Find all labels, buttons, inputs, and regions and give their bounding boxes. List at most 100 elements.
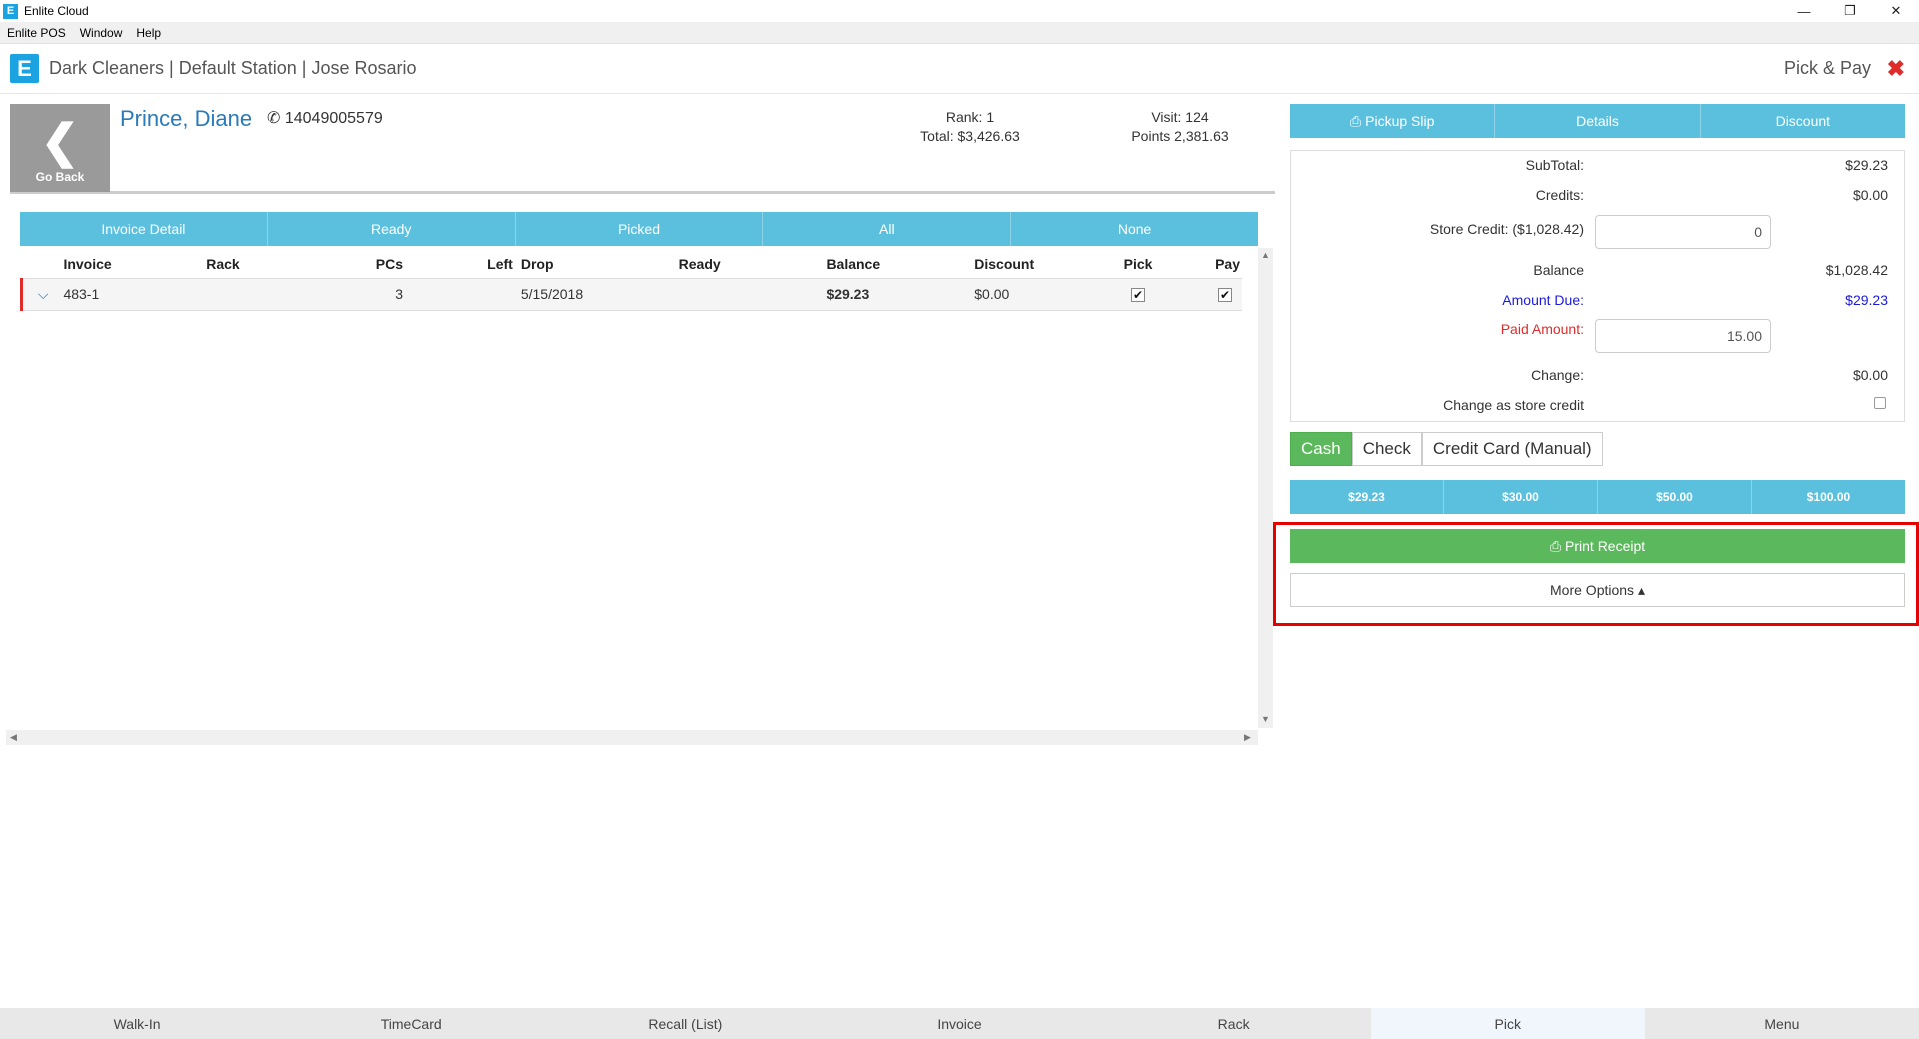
go-back-label: Go Back: [35, 170, 85, 184]
col-invoice[interactable]: Invoice: [63, 250, 206, 278]
horizontal-scrollbar[interactable]: ◀ ▶: [6, 730, 1258, 745]
quick-amount-4[interactable]: $100.00: [1752, 480, 1905, 514]
tab-ready[interactable]: Ready: [268, 212, 516, 246]
tab-invoice-detail[interactable]: Invoice Detail: [20, 212, 268, 246]
quick-amount-2[interactable]: $30.00: [1444, 480, 1598, 514]
change-label: Change:: [1531, 367, 1584, 383]
cash-button[interactable]: Cash: [1290, 432, 1352, 466]
go-back-button[interactable]: ❮ Go Back: [10, 104, 110, 192]
window-titlebar: E Enlite Cloud — ❐ ✕: [0, 0, 1919, 22]
print-receipt-label: Print Receipt: [1565, 538, 1646, 554]
col-pick[interactable]: Pick: [1084, 250, 1192, 278]
table-header-row: Invoice Rack PCs Left Drop Ready Balance…: [22, 250, 1243, 278]
pay-checkbox[interactable]: ✔: [1218, 288, 1232, 302]
phone-number: 14049005579: [284, 110, 383, 127]
check-button[interactable]: Check: [1351, 432, 1422, 466]
cell-rack: [206, 277, 322, 311]
nav-timecard[interactable]: TimeCard: [274, 1008, 548, 1039]
amount-due-label: Amount Due:: [1502, 292, 1584, 308]
tab-picked[interactable]: Picked: [516, 212, 764, 246]
col-left[interactable]: Left: [411, 250, 521, 278]
col-ready[interactable]: Ready: [679, 250, 827, 278]
menu-window[interactable]: Window: [73, 26, 130, 40]
tab-discount[interactable]: Discount: [1701, 104, 1905, 138]
invoice-table: Invoice Rack PCs Left Drop Ready Balance…: [20, 250, 1242, 311]
table-row[interactable]: ⌵ 483-1 3 5/15/2018 $29.23 $0.00 ✔ ✔: [20, 277, 1242, 311]
tab-details[interactable]: Details: [1495, 104, 1701, 138]
quick-amount-3[interactable]: $50.00: [1598, 480, 1752, 514]
visit-value: Visit: 124: [1151, 109, 1209, 125]
cell-discount: $0.00: [974, 277, 1085, 311]
total-value: Total: $3,426.63: [920, 128, 1020, 144]
balance-label: Balance: [1533, 262, 1584, 278]
credit-card-button[interactable]: Credit Card (Manual): [1421, 432, 1603, 466]
paid-amount-label: Paid Amount:: [1500, 321, 1584, 337]
tab-all[interactable]: All: [763, 212, 1012, 246]
scroll-up-icon[interactable]: ▲: [1261, 250, 1270, 260]
col-rack[interactable]: Rack: [206, 250, 321, 278]
menubar: Enlite POS Window Help: [0, 22, 1919, 44]
window-title: Enlite Cloud: [24, 4, 89, 18]
close-icon[interactable]: ✖: [1887, 56, 1905, 82]
bottom-nav: Walk-In TimeCard Recall (List) Invoice R…: [0, 1008, 1919, 1039]
customer-panel: ❮ Go Back Prince, Diane ✆ 14049005579 Ra…: [10, 104, 1275, 194]
col-discount[interactable]: Discount: [974, 250, 1084, 278]
change-credit-checkbox[interactable]: [1874, 397, 1886, 409]
tab-none[interactable]: None: [1011, 212, 1258, 246]
menu-help[interactable]: Help: [129, 26, 168, 40]
payment-summary: SubTotal: $29.23 Credits: $0.00 Store Cr…: [1290, 150, 1905, 422]
cell-left: [410, 277, 521, 311]
scroll-right-icon[interactable]: ▶: [1244, 732, 1251, 743]
nav-walk-in[interactable]: Walk-In: [0, 1008, 274, 1039]
print-receipt-button[interactable]: ⎙ Print Receipt: [1290, 529, 1905, 563]
scroll-left-icon[interactable]: ◀: [10, 732, 17, 743]
cell-pick: ✔: [1084, 277, 1192, 311]
nav-rack[interactable]: Rack: [1097, 1008, 1371, 1039]
store-credit-row: Store Credit: ($1,028.42): [1291, 215, 1904, 251]
change-value: $0.00: [1852, 367, 1888, 383]
col-pcs[interactable]: PCs: [321, 250, 411, 278]
rank-stat: Rank: 1 Total: $3,426.63: [900, 108, 1040, 146]
nav-recall-list[interactable]: Recall (List): [548, 1008, 822, 1039]
col-pay[interactable]: Pay: [1192, 250, 1242, 278]
quick-amount-group: $29.23 $30.00 $50.00 $100.00: [1290, 480, 1905, 514]
cell-pcs: 3: [321, 277, 411, 311]
quick-amount-1[interactable]: $29.23: [1290, 480, 1444, 514]
enlite-logo-icon: E: [10, 54, 39, 83]
pickup-slip-label: Pickup Slip: [1365, 113, 1435, 129]
paid-amount-input[interactable]: [1595, 319, 1771, 353]
paid-amount-row: Paid Amount:: [1291, 319, 1904, 355]
window-close-button[interactable]: ✕: [1873, 0, 1919, 22]
tab-pickup-slip[interactable]: ⎙ Pickup Slip: [1290, 104, 1496, 138]
store-credit-label: Store Credit: ($1,028.42): [1429, 221, 1584, 237]
phone-icon: ✆: [267, 110, 281, 127]
col-drop[interactable]: Drop: [521, 250, 679, 278]
app-header: E Dark Cleaners | Default Station | Jose…: [0, 44, 1919, 94]
subtotal-label: SubTotal:: [1525, 157, 1584, 173]
pick-checkbox[interactable]: ✔: [1131, 288, 1146, 302]
nav-pick[interactable]: Pick: [1370, 1008, 1645, 1039]
nav-invoice[interactable]: Invoice: [822, 1008, 1096, 1039]
store-credit-input[interactable]: [1595, 215, 1771, 249]
station-info: Dark Cleaners | Default Station | Jose R…: [49, 58, 417, 78]
page-title: Pick & Pay: [1783, 58, 1871, 78]
more-options-button[interactable]: More Options ▴: [1290, 573, 1905, 607]
scroll-down-icon[interactable]: ▼: [1261, 714, 1270, 724]
col-balance[interactable]: Balance: [826, 250, 974, 278]
printer-icon: ⎙: [1549, 537, 1562, 554]
customer-name[interactable]: Prince, Diane: [120, 106, 252, 132]
minimize-button[interactable]: —: [1781, 0, 1827, 22]
menu-enlite-pos[interactable]: Enlite POS: [0, 26, 73, 40]
customer-phone: ✆ 14049005579: [267, 108, 383, 128]
nav-menu[interactable]: Menu: [1645, 1008, 1919, 1039]
subtotal-value: $29.23: [1845, 157, 1888, 173]
visit-stat: Visit: 124 Points 2,381.63: [1110, 108, 1250, 146]
print-icon: ⎙: [1349, 112, 1362, 129]
cell-balance: $29.23: [826, 277, 975, 311]
cell-drop: 5/15/2018: [520, 277, 679, 311]
payment-tabs: ⎙ Pickup Slip Details Discount: [1290, 104, 1905, 138]
vertical-scrollbar[interactable]: ▲ ▼: [1258, 248, 1273, 728]
maximize-button[interactable]: ❐: [1827, 0, 1873, 22]
app-logo-icon: E: [3, 3, 18, 19]
expand-chevron-icon[interactable]: ⌵: [20, 277, 64, 311]
